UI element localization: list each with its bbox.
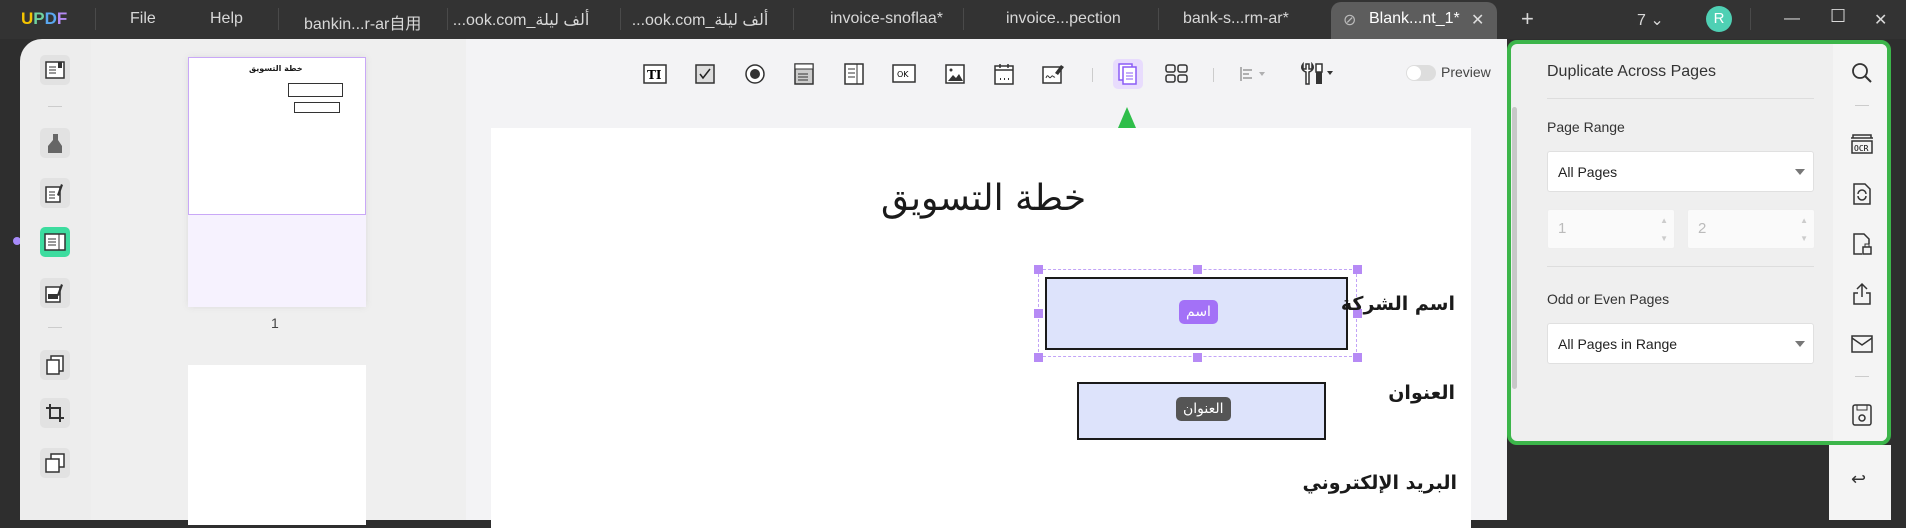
ocr-icon[interactable]: OCR	[1850, 132, 1874, 156]
tab[interactable]: bankin...r-ar自用	[304, 10, 421, 34]
undo-icon[interactable]: ↩	[1851, 469, 1866, 490]
radio-button-tool[interactable]	[742, 61, 768, 87]
close-tab-icon[interactable]: ✕	[1471, 10, 1484, 30]
form-tools-icon[interactable]	[1298, 61, 1338, 87]
email-label: البريد الإلكتروني	[1302, 472, 1457, 494]
tab[interactable]: ...ook.com_ألف ليلة	[446, 10, 596, 30]
page-thumbnail-2[interactable]	[188, 365, 366, 525]
address-label: العنوان	[1388, 382, 1455, 404]
duplicate-across-pages-tool[interactable]	[1113, 59, 1143, 89]
tab[interactable]: ...ook.com_ألف ليلة	[625, 10, 775, 30]
tab[interactable]: invoice-snoflaa*	[830, 10, 943, 28]
tab-active-label: Blank...nt_1*	[1369, 10, 1460, 27]
title-bar: UPDF File Help bankin...r-ar自用 ...ook.co…	[0, 0, 1906, 39]
panel-title: Duplicate Across Pages	[1547, 63, 1716, 80]
updf-logo[interactable]: UPDF	[21, 9, 67, 29]
dropdown-tool[interactable]	[791, 61, 817, 87]
page-number: 1	[271, 315, 279, 331]
highlighter-icon[interactable]	[40, 128, 70, 158]
email-icon[interactable]	[1850, 332, 1874, 356]
share-icon[interactable]	[1850, 282, 1874, 306]
align-tool[interactable]	[1236, 61, 1272, 87]
save-icon[interactable]	[1850, 403, 1874, 427]
svg-text:TI: TI	[647, 68, 662, 82]
preview-label: Preview	[1441, 64, 1491, 80]
tab-active[interactable]: ⊘ Blank...nt_1* ✕	[1331, 2, 1497, 39]
to-page-input[interactable]: 2 ▲ ▼	[1687, 209, 1815, 249]
scrollbar[interactable]	[1512, 107, 1517, 389]
signature-field-tool[interactable]	[1041, 61, 1067, 87]
tab[interactable]: bank-s...rm-ar*	[1183, 10, 1289, 28]
field-name-chip: العنوان	[1176, 397, 1231, 421]
new-tab-icon[interactable]: +	[1521, 6, 1534, 32]
preview-toggle[interactable]	[1406, 65, 1436, 81]
reader-icon[interactable]	[40, 55, 70, 85]
redact-icon[interactable]	[40, 278, 70, 308]
image-field-tool[interactable]	[942, 61, 968, 87]
svg-text:OK: OK	[897, 70, 909, 79]
avatar[interactable]: R	[1706, 6, 1732, 32]
pdf-page: خطة التسويق اسم اسم الشركة العنوان العنو…	[491, 128, 1471, 528]
window-count[interactable]: 7 ⌄	[1637, 10, 1664, 30]
odd-even-select[interactable]: All Pages in Range	[1547, 323, 1814, 364]
list-box-tool[interactable]	[841, 61, 867, 87]
field-name-chip: اسم	[1179, 300, 1218, 324]
page-range-label: Page Range	[1547, 119, 1625, 135]
company-name-field[interactable]: اسم	[1045, 277, 1348, 350]
right-tool-rail: OCR	[1833, 44, 1887, 441]
duplicate-across-pages-panel: Duplicate Across Pages Page Range All Pa…	[1507, 40, 1891, 445]
document-title: خطة التسويق	[881, 178, 1087, 219]
page-thumbnail-1[interactable]: خطة التسويق	[188, 57, 366, 307]
checkbox-tool[interactable]	[692, 61, 718, 87]
close-window-icon[interactable]: ✕	[1874, 10, 1887, 30]
left-tool-rail	[20, 39, 92, 520]
thumbnail-panel: خطة التسويق 1	[91, 39, 466, 525]
right-rail-bottom: ↩	[1829, 445, 1891, 520]
crop-icon[interactable]	[40, 398, 70, 428]
page-range-value: All Pages	[1558, 163, 1618, 180]
page-tools-icon[interactable]	[40, 448, 70, 478]
date-field-tool[interactable]	[991, 61, 1017, 87]
menu-help[interactable]: Help	[210, 10, 243, 28]
thumb-title: خطة التسويق	[249, 64, 303, 73]
odd-even-value: All Pages in Range	[1558, 335, 1678, 352]
protect-icon[interactable]	[1850, 232, 1874, 256]
svg-text:OCR: OCR	[1854, 144, 1869, 153]
odd-even-label: Odd or Even Pages	[1547, 291, 1670, 307]
organize-pages-icon[interactable]	[40, 350, 70, 380]
prepare-form-icon[interactable]	[40, 227, 70, 257]
page-range-select[interactable]: All Pages	[1547, 151, 1814, 192]
menu-file[interactable]: File	[130, 10, 156, 28]
minimize-icon[interactable]: —	[1784, 10, 1800, 28]
company-name-label: اسم الشركة	[1340, 293, 1455, 315]
search-icon[interactable]	[1850, 61, 1874, 85]
convert-icon[interactable]	[1850, 182, 1874, 206]
button-tool[interactable]: OK	[891, 61, 917, 87]
maximize-icon[interactable]: ☐	[1830, 6, 1846, 27]
address-field[interactable]: العنوان	[1077, 382, 1326, 440]
tab[interactable]: invoice...pection	[1006, 10, 1121, 28]
edit-pdf-icon[interactable]	[40, 178, 70, 208]
from-page-input[interactable]: 1 ▲ ▼	[1547, 209, 1675, 249]
multiple-copies-tool[interactable]	[1164, 61, 1190, 87]
text-field-tool[interactable]: TI	[642, 61, 668, 87]
unsaved-icon: ⊘	[1343, 12, 1357, 29]
